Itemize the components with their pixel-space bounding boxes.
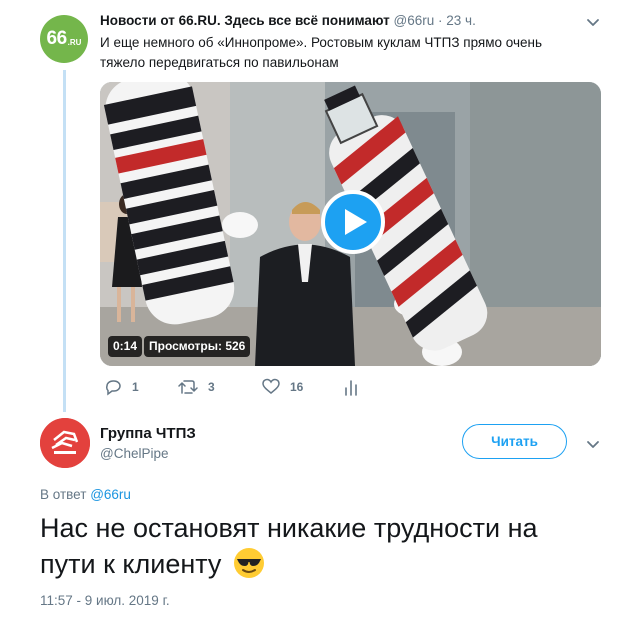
analytics-action[interactable]: [344, 378, 358, 396]
play-icon: [344, 209, 367, 235]
parent-author-handle[interactable]: @66ru: [394, 13, 435, 28]
chevron-down-icon[interactable]: [583, 434, 603, 454]
in-reply-mention-link[interactable]: @66ru: [90, 487, 131, 502]
reply-count: 1: [132, 380, 139, 394]
smiling-face-with-sunglasses-icon: [233, 547, 264, 578]
reply-tweet-text: Нас не остановят никакие трудности на пу…: [40, 510, 600, 582]
video-duration: 0:14: [108, 336, 143, 357]
reply-icon: [106, 380, 121, 396]
heart-icon: [262, 378, 280, 394]
play-button[interactable]: [321, 190, 385, 254]
in-reply-to: В ответ @66ru: [40, 487, 131, 502]
analytics-icon: [345, 380, 357, 396]
retweet-icon: [178, 380, 198, 394]
parent-avatar[interactable]: 66 .RU: [40, 15, 88, 63]
parent-tweet-time[interactable]: 23 ч.: [446, 13, 476, 28]
avatar-logo-suffix: .RU: [67, 37, 82, 47]
parent-author-name[interactable]: Новости от 66.RU. Здесь все всё понимают: [100, 13, 390, 28]
retweet-count: 3: [208, 380, 215, 394]
chelpipe-logo-icon: [40, 418, 90, 468]
reply-text-body: Нас не остановят никакие трудности на пу…: [40, 513, 538, 579]
video-view-count: Просмотры: 526: [144, 336, 251, 357]
like-action[interactable]: 16: [262, 378, 303, 395]
reply-author-name[interactable]: Группа ЧТПЗ: [100, 425, 196, 442]
retweet-action[interactable]: 3: [178, 378, 215, 396]
reply-avatar[interactable]: [40, 418, 90, 468]
avatar-logo-number: 66: [46, 28, 68, 49]
reply-author-handle[interactable]: @ChelPipe: [100, 446, 169, 461]
reply-timestamp[interactable]: 11:57 - 9 июл. 2019 г.: [40, 593, 170, 608]
follow-button[interactable]: Читать: [462, 424, 567, 459]
separator-dot: ·: [438, 13, 443, 28]
parent-tweet-text: И еще немного об «Иннопроме». Ростовым к…: [100, 35, 543, 70]
in-reply-prefix: В ответ: [40, 487, 87, 502]
video-player[interactable]: 0:14 Просмотры: 526: [100, 82, 601, 366]
like-count: 16: [290, 379, 304, 394]
thread-connector-line: [63, 70, 66, 412]
chevron-down-icon[interactable]: [583, 12, 603, 32]
reply-action[interactable]: 1: [104, 378, 139, 396]
parent-tweet-header: Новости от 66.RU. Здесь все всё понимают…: [100, 13, 476, 28]
